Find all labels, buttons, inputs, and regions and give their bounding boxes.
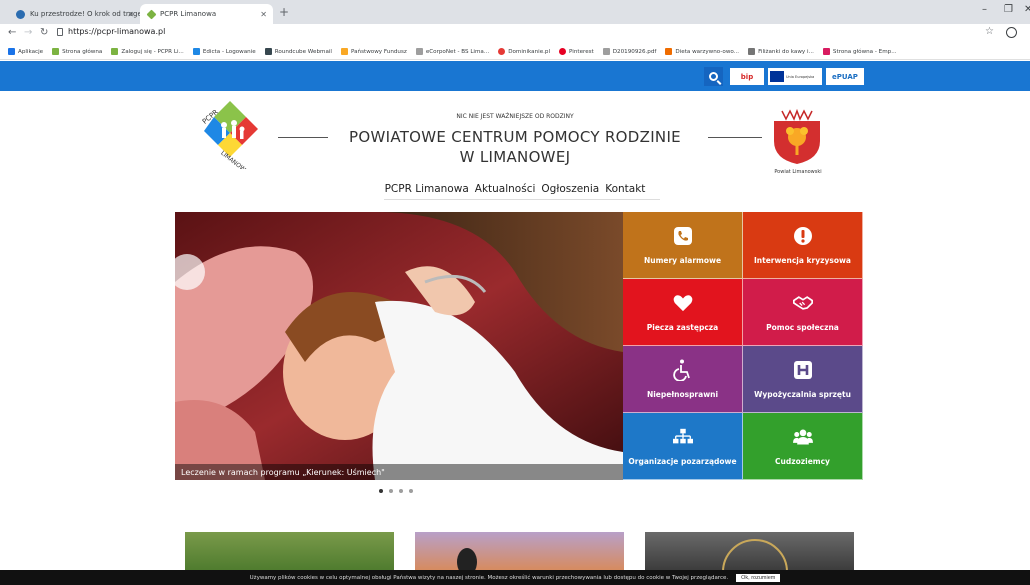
tab-title: PCPR Limanowa (160, 10, 217, 18)
bookmark-item[interactable]: D20190926.pdf (602, 48, 656, 55)
tile-foster-care[interactable]: Piecza zastępcza (623, 279, 743, 346)
hospital-icon (793, 360, 813, 380)
bookmark-item[interactable]: Strona główna - Emp... (822, 48, 897, 55)
forward-icon[interactable]: → (24, 27, 32, 38)
cookie-text: Używamy plików cookies w celu optymalnej… (249, 574, 729, 581)
bookmark-favicon-icon (498, 48, 506, 55)
people-icon (792, 427, 813, 447)
bookmark-apps[interactable]: Aplikacje (8, 48, 43, 55)
cookie-banner: Używamy plików cookies w celu optymalnej… (0, 570, 1030, 585)
org-chart-icon (672, 427, 693, 447)
slider-dot[interactable] (399, 489, 403, 493)
bookmark-item[interactable]: Roundcube Webmail (264, 48, 332, 55)
apps-grid-icon (8, 48, 15, 55)
bookmark-favicon-icon (665, 48, 673, 55)
reload-icon[interactable]: ↻ (40, 27, 48, 38)
tab-favicon-icon (16, 9, 25, 19)
bookmark-item[interactable]: Dieta warzywno-owo... (665, 48, 739, 55)
bookmark-favicon-icon (264, 48, 272, 55)
main-menu: PCPR Limanowa Aktualności Ogłoszenia Kon… (0, 183, 1030, 195)
county-crest[interactable] (772, 107, 822, 165)
menu-item-contact[interactable]: Kontakt (605, 183, 645, 195)
handshake-icon (792, 293, 813, 313)
slider-dot[interactable] (409, 489, 413, 493)
bookmark-favicon-icon (415, 48, 423, 55)
bookmark-item[interactable]: Edicta - Logowanie (192, 48, 256, 55)
profile-icon[interactable] (1006, 27, 1017, 38)
crest-label: Powiat Limanowski (774, 169, 822, 175)
title-line-1: POWIATOWE CENTRUM POMOCY RODZINIE (349, 128, 681, 146)
tab-favicon-icon (146, 9, 157, 19)
bookmark-star-icon[interactable]: ☆ (985, 26, 994, 37)
bookmark-item[interactable]: Dominikanie.pl (498, 48, 550, 55)
bookmark-favicon-icon (52, 48, 60, 55)
tab-title: Ku przestrodze! O krok od trage... (30, 10, 140, 18)
hero-slider-image[interactable] (175, 212, 623, 480)
browser-tab-active[interactable]: PCPR Limanowa ✕ (140, 4, 273, 24)
wheelchair-icon (672, 359, 693, 381)
search-icon (709, 72, 718, 81)
new-tab-button[interactable]: + (279, 5, 289, 19)
tile-ngo[interactable]: Organizacje pozarządowe (623, 413, 743, 480)
bookmark-favicon-icon (559, 48, 567, 55)
bookmark-item[interactable]: Strona główna (52, 48, 102, 55)
phone-icon (673, 226, 693, 246)
back-icon[interactable]: ← (8, 27, 16, 38)
bookmark-favicon-icon (341, 48, 348, 55)
bookmark-favicon-icon (111, 48, 119, 55)
bookmark-favicon-icon (192, 48, 200, 55)
url-input[interactable]: https://pcpr-limanowa.pl (68, 27, 165, 36)
slider-dots (379, 489, 413, 493)
browser-tab-inactive[interactable]: Ku przestrodze! O krok od trage... ✕ (8, 4, 140, 24)
close-window-icon[interactable]: ✕ (1024, 4, 1030, 15)
minimize-icon[interactable]: – (982, 4, 987, 15)
search-button[interactable] (704, 67, 723, 86)
tile-crisis-intervention[interactable]: Interwencja kryzysowa (743, 212, 863, 279)
site-top-bar (0, 61, 1030, 91)
tile-disabled[interactable]: Niepełnosprawni (623, 346, 743, 413)
tile-emergency-numbers[interactable]: Numery alarmowe (623, 212, 743, 279)
tile-social-help[interactable]: Pomoc społeczna (743, 279, 863, 346)
tile-equipment-rental[interactable]: Wypożyczalnia sprzętu (743, 346, 863, 413)
menu-underline (384, 199, 660, 200)
title-line-2: W LIMANOWEJ (459, 148, 571, 166)
heart-icon (673, 293, 693, 313)
lock-icon (57, 28, 63, 36)
slide-caption[interactable]: Leczenie w ramach programu „Kierunek: Uś… (175, 464, 623, 480)
bookmarks-bar: Aplikacje Strona główna Zaloguj się - PC… (0, 44, 1030, 60)
bookmark-favicon-icon (748, 48, 756, 55)
bookmark-favicon-icon (822, 48, 830, 55)
cookie-accept-button[interactable]: Ok, rozumiem (736, 573, 781, 582)
quick-links-grid: Numery alarmowe Interwencja kryzysowa Pi… (623, 212, 863, 480)
bookmark-favicon-icon (602, 48, 610, 55)
news-card-3[interactable] (645, 532, 854, 585)
page-title: POWIATOWE CENTRUM POMOCY RODZINIE W LIMA… (0, 127, 1030, 167)
eu-link[interactable]: Unia Europejska (768, 68, 822, 85)
bip-link[interactable]: bip (730, 68, 764, 85)
header-divider-right (708, 137, 762, 138)
maximize-icon[interactable]: ❐ (1004, 4, 1013, 15)
close-tab-icon[interactable]: ✕ (260, 10, 267, 19)
exclamation-icon (793, 226, 813, 246)
bookmark-item[interactable]: Zaloguj się - PCPR Li... (111, 48, 184, 55)
address-bar-row: ← → ↻ https://pcpr-limanowa.pl ☆ (0, 24, 1030, 44)
slider-dot[interactable] (379, 489, 383, 493)
browser-tab-strip: Ku przestrodze! O krok od trage... ✕ PCP… (0, 0, 1030, 24)
epuap-link[interactable]: ePUAP (826, 68, 864, 85)
motto: NIC NIE JEST WAŻNIEJSZE OD RODZINY (456, 113, 574, 120)
bookmark-item[interactable]: Państwowy Fundusz (341, 48, 407, 55)
news-card-1[interactable] (185, 532, 394, 572)
bookmark-item[interactable]: Pinterest (559, 48, 594, 55)
menu-item-pcpr[interactable]: PCPR Limanowa (385, 183, 469, 195)
menu-item-announcements[interactable]: Ogłoszenia (541, 183, 599, 195)
slider-dot[interactable] (389, 489, 393, 493)
news-card-2[interactable] (415, 532, 624, 576)
eu-flag-icon (770, 71, 784, 82)
tile-foreigners[interactable]: Cudzoziemcy (743, 413, 863, 480)
bookmark-item[interactable]: Filiżanki do kawy i... (748, 48, 814, 55)
menu-item-news[interactable]: Aktualności (475, 183, 536, 195)
bookmark-item[interactable]: eCorpoNet - BS Lima... (415, 48, 489, 55)
close-tab-icon[interactable]: ✕ (127, 10, 134, 19)
